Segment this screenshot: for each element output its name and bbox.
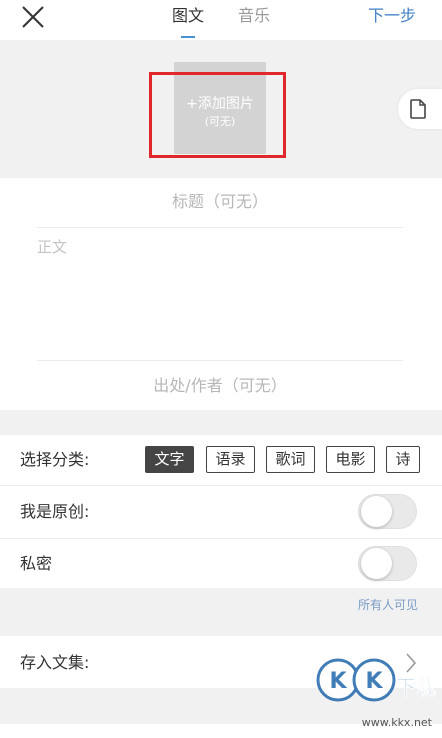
original-label: 我是原创: <box>20 502 90 521</box>
next-step-button[interactable]: 下一步 <box>368 5 416 27</box>
toggle-knob <box>361 496 392 527</box>
tab-image-text[interactable]: 图文 <box>172 5 204 27</box>
original-toggle[interactable] <box>358 494 417 529</box>
private-toggle[interactable] <box>358 546 417 581</box>
source-author-input[interactable]: 出处/作者（可无） <box>37 374 403 398</box>
watermark-logo: K K 下载 www.kkx.net <box>310 650 442 734</box>
watermark-url: www.kkx.net <box>362 716 433 729</box>
highlight-annotation-box <box>149 72 286 158</box>
category-label: 选择分类: <box>20 450 90 469</box>
svg-text:K: K <box>329 669 347 694</box>
private-label: 私密 <box>20 554 53 573</box>
tab-music[interactable]: 音乐 <box>238 5 270 27</box>
toggle-knob <box>361 548 392 579</box>
category-option-poem[interactable]: 诗 <box>386 446 420 473</box>
body-divider <box>37 360 403 361</box>
image-upload-area: +添加图片 (可无) <box>0 40 442 178</box>
category-option-text[interactable]: 文字 <box>145 446 194 473</box>
svg-text:下载: 下载 <box>396 675 436 699</box>
section-gap <box>0 410 442 435</box>
visibility-hint: 所有人可见 <box>357 598 418 612</box>
close-icon <box>22 6 44 28</box>
title-input[interactable]: 标题（可无） <box>37 190 403 214</box>
category-option-lyrics[interactable]: 歌词 <box>266 446 315 473</box>
top-bar: 图文 音乐 下一步 <box>0 0 442 40</box>
title-divider <box>37 227 403 228</box>
draft-button[interactable] <box>398 89 442 129</box>
category-option-quotes[interactable]: 语录 <box>206 446 255 473</box>
row-divider <box>0 485 442 486</box>
body-text-input[interactable]: 正文 <box>37 237 67 257</box>
category-option-movie[interactable]: 电影 <box>326 446 375 473</box>
document-icon <box>410 99 426 119</box>
close-button[interactable] <box>20 4 46 30</box>
svg-text:K: K <box>365 669 383 694</box>
row-divider <box>0 538 442 539</box>
collection-label[interactable]: 存入文集: <box>20 652 89 674</box>
active-tab-indicator <box>181 36 195 38</box>
